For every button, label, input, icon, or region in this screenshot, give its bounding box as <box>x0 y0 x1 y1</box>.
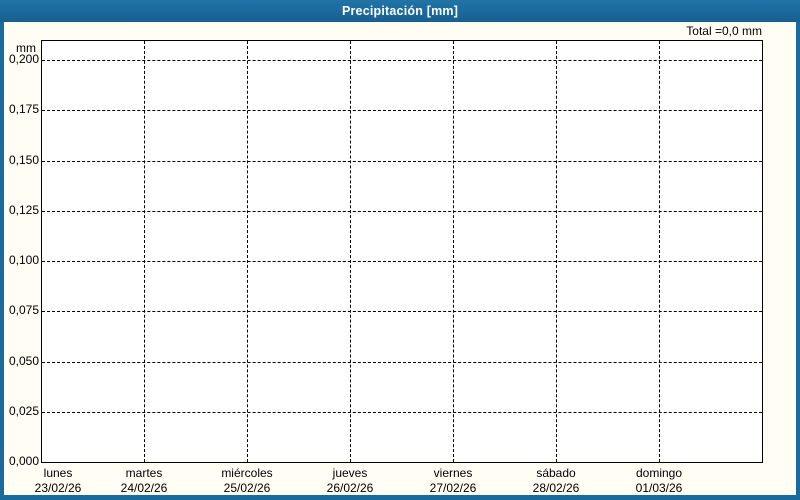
horizontal-gridline <box>42 60 762 61</box>
day-name: jueves <box>332 466 368 480</box>
horizontal-gridline <box>42 261 762 262</box>
chart-title: Precipitación [mm] <box>341 4 459 18</box>
horizontal-gridline <box>42 411 762 413</box>
y-tick-label: 0,075 <box>8 303 39 318</box>
horizontal-gridline <box>42 110 762 112</box>
day-name: martes <box>125 466 163 480</box>
y-tick-label: 0,050 <box>8 353 39 368</box>
vertical-gridline <box>350 41 351 462</box>
y-tick-label: 0,025 <box>8 403 39 418</box>
x-day-label: martes 24/02/26 <box>89 466 199 495</box>
x-day-label: viernes 27/02/26 <box>398 466 508 495</box>
chart-title-bar: Precipitación [mm] <box>0 0 800 22</box>
window-frame-left <box>0 0 4 500</box>
window-frame-right <box>796 0 800 500</box>
plot-area <box>41 40 763 463</box>
horizontal-gridline <box>42 210 762 212</box>
y-tick-label: 0,200 <box>8 52 39 66</box>
x-day-label: miércoles 25/02/26 <box>192 466 302 495</box>
day-name: sábado <box>536 466 576 480</box>
window-frame-bottom <box>0 495 800 500</box>
x-day-label: sábado 28/02/26 <box>501 466 611 495</box>
day-date: 28/02/26 <box>532 480 580 495</box>
vertical-gridline <box>144 41 145 462</box>
x-day-label: jueves 26/02/26 <box>295 466 405 495</box>
y-tick-label: 0,100 <box>8 253 39 267</box>
vertical-gridline <box>453 41 454 462</box>
horizontal-gridline <box>42 311 762 313</box>
day-date: 27/02/26 <box>429 480 477 495</box>
horizontal-gridline <box>42 361 762 363</box>
chart-window: Precipitación [mm] Total =0,0 mm mm 0,20… <box>0 0 800 500</box>
vertical-gridline <box>659 41 660 462</box>
day-name: domingo <box>635 466 683 480</box>
total-label: Total =0,0 mm <box>686 24 762 38</box>
y-tick-label: 0,125 <box>8 202 39 217</box>
day-date: 25/02/26 <box>223 480 271 495</box>
day-name: miércoles <box>221 466 273 480</box>
vertical-gridline <box>247 41 248 462</box>
day-date: 01/03/26 <box>635 480 683 495</box>
day-name: viernes <box>433 466 473 480</box>
x-day-label: domingo 01/03/26 <box>604 466 714 495</box>
day-date: 26/02/26 <box>326 480 374 495</box>
day-date: 24/02/26 <box>120 480 168 495</box>
y-tick-label: 0,175 <box>8 102 39 117</box>
horizontal-gridline <box>42 160 762 162</box>
y-tick-label: 0,150 <box>8 152 39 167</box>
vertical-gridline <box>556 41 557 462</box>
